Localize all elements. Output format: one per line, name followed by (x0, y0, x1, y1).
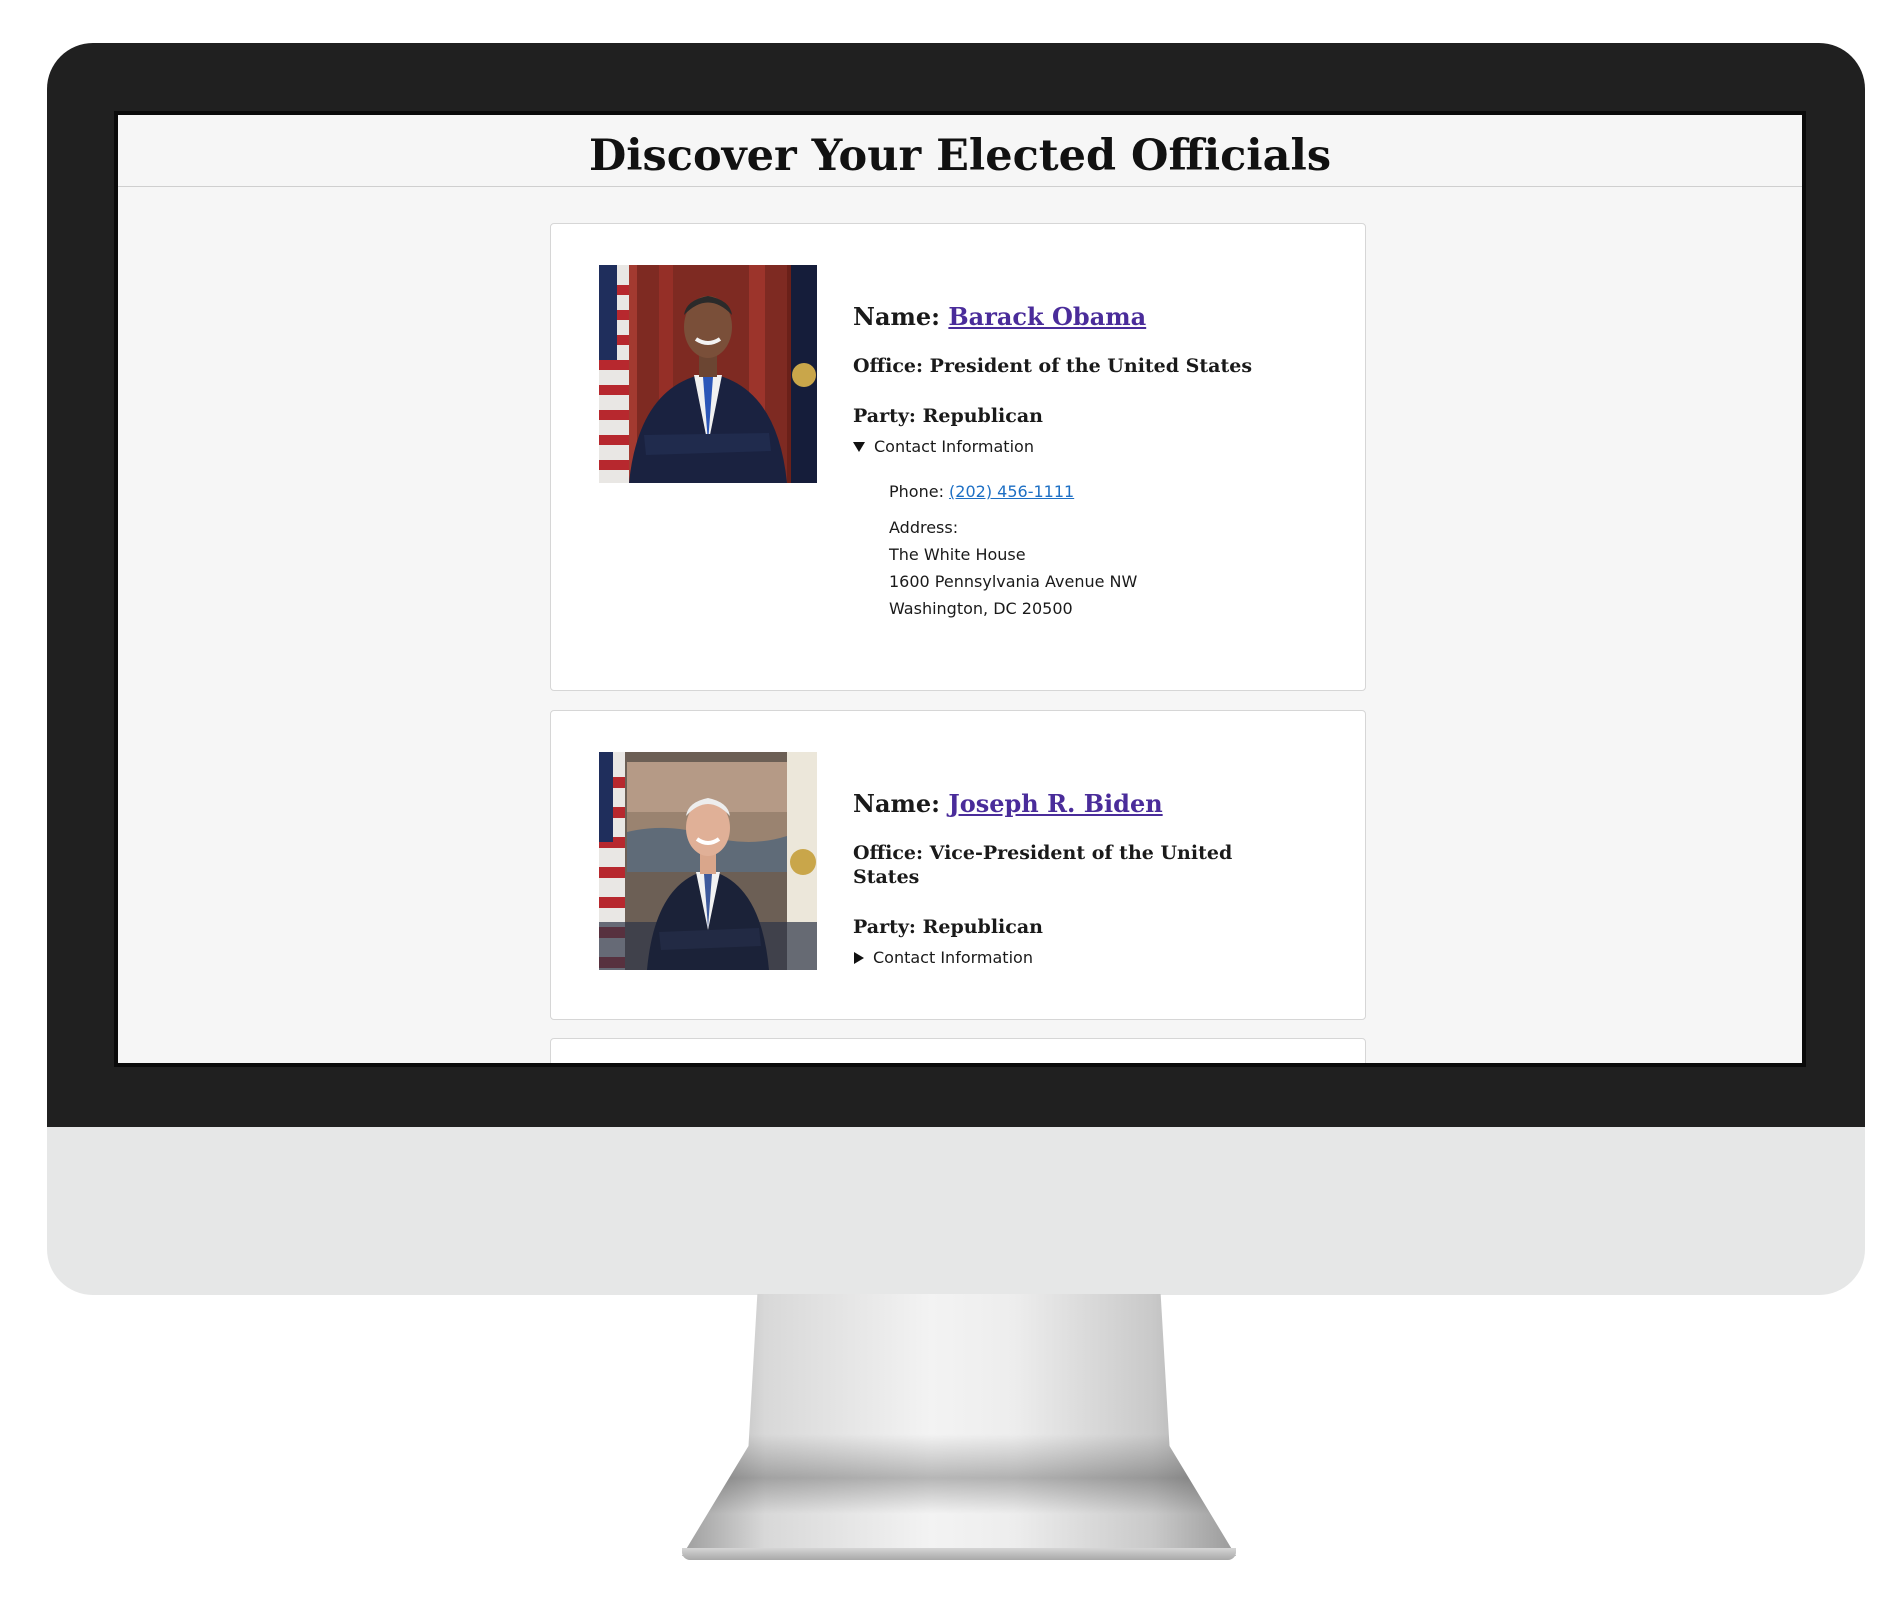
name-label: Name: (853, 789, 941, 818)
contact-toggle-label: Contact Information (873, 948, 1033, 967)
contact-information-toggle[interactable]: Contact Information (853, 948, 1273, 967)
official-name-link[interactable]: Barack Obama (948, 302, 1146, 331)
office-value: President of the United States (929, 355, 1253, 377)
official-portrait (599, 752, 817, 970)
official-name-line: Name: Barack Obama (853, 302, 1273, 332)
page-title: Discover Your Elected Officials (588, 131, 1332, 181)
address-block: Address: The White House 1600 Pennsylvan… (889, 514, 1273, 622)
phone-link[interactable]: (202) 456-1111 (949, 482, 1074, 501)
disclosure-triangle-right-icon (854, 951, 864, 964)
party-label: Party: (853, 916, 916, 938)
party-value: Republican (922, 405, 1043, 427)
browser-screen: Discover Your Elected Officials Name: Ba… (114, 111, 1806, 1067)
office-label: Office: (853, 355, 924, 377)
party-value: Republican (922, 916, 1043, 938)
official-info: Name: Joseph R. Biden Office: Vice-Presi… (853, 789, 1273, 967)
monitor-chin (47, 1127, 1865, 1295)
phone-row: Phone: (202) 456-1111 (889, 478, 1273, 505)
address-line: 1600 Pennsylvania Avenue NW (889, 572, 1138, 591)
monitor-stand-base (682, 1548, 1236, 1560)
official-card (550, 1038, 1366, 1063)
phone-label: Phone: (889, 482, 944, 501)
official-portrait (599, 265, 817, 483)
contact-details: Phone: (202) 456-1111 Address: The White… (889, 478, 1273, 622)
official-card: Name: Barack Obama Office: President of … (550, 223, 1366, 691)
page-header: Discover Your Elected Officials (118, 115, 1802, 187)
contact-toggle-label: Contact Information (874, 437, 1034, 456)
contact-information-toggle[interactable]: Contact Information (853, 437, 1273, 456)
official-office: Office: President of the United States (853, 354, 1273, 378)
address-line: The White House (889, 545, 1026, 564)
official-name-link[interactable]: Joseph R. Biden (948, 789, 1162, 818)
official-party: Party: Republican (853, 915, 1273, 939)
official-office: Office: Vice-President of the United Sta… (853, 841, 1273, 889)
address-label: Address: (889, 518, 959, 537)
office-label: Office: (853, 842, 924, 864)
monitor-stand (682, 1294, 1236, 1556)
disclosure-triangle-down-icon (853, 441, 865, 452)
party-label: Party: (853, 405, 916, 427)
official-info: Name: Barack Obama Office: President of … (853, 302, 1273, 622)
official-party: Party: Republican (853, 404, 1273, 428)
name-label: Name: (853, 302, 941, 331)
address-line: Washington, DC 20500 (889, 599, 1073, 618)
official-card: Name: Joseph R. Biden Office: Vice-Presi… (550, 710, 1366, 1020)
official-name-line: Name: Joseph R. Biden (853, 789, 1273, 819)
